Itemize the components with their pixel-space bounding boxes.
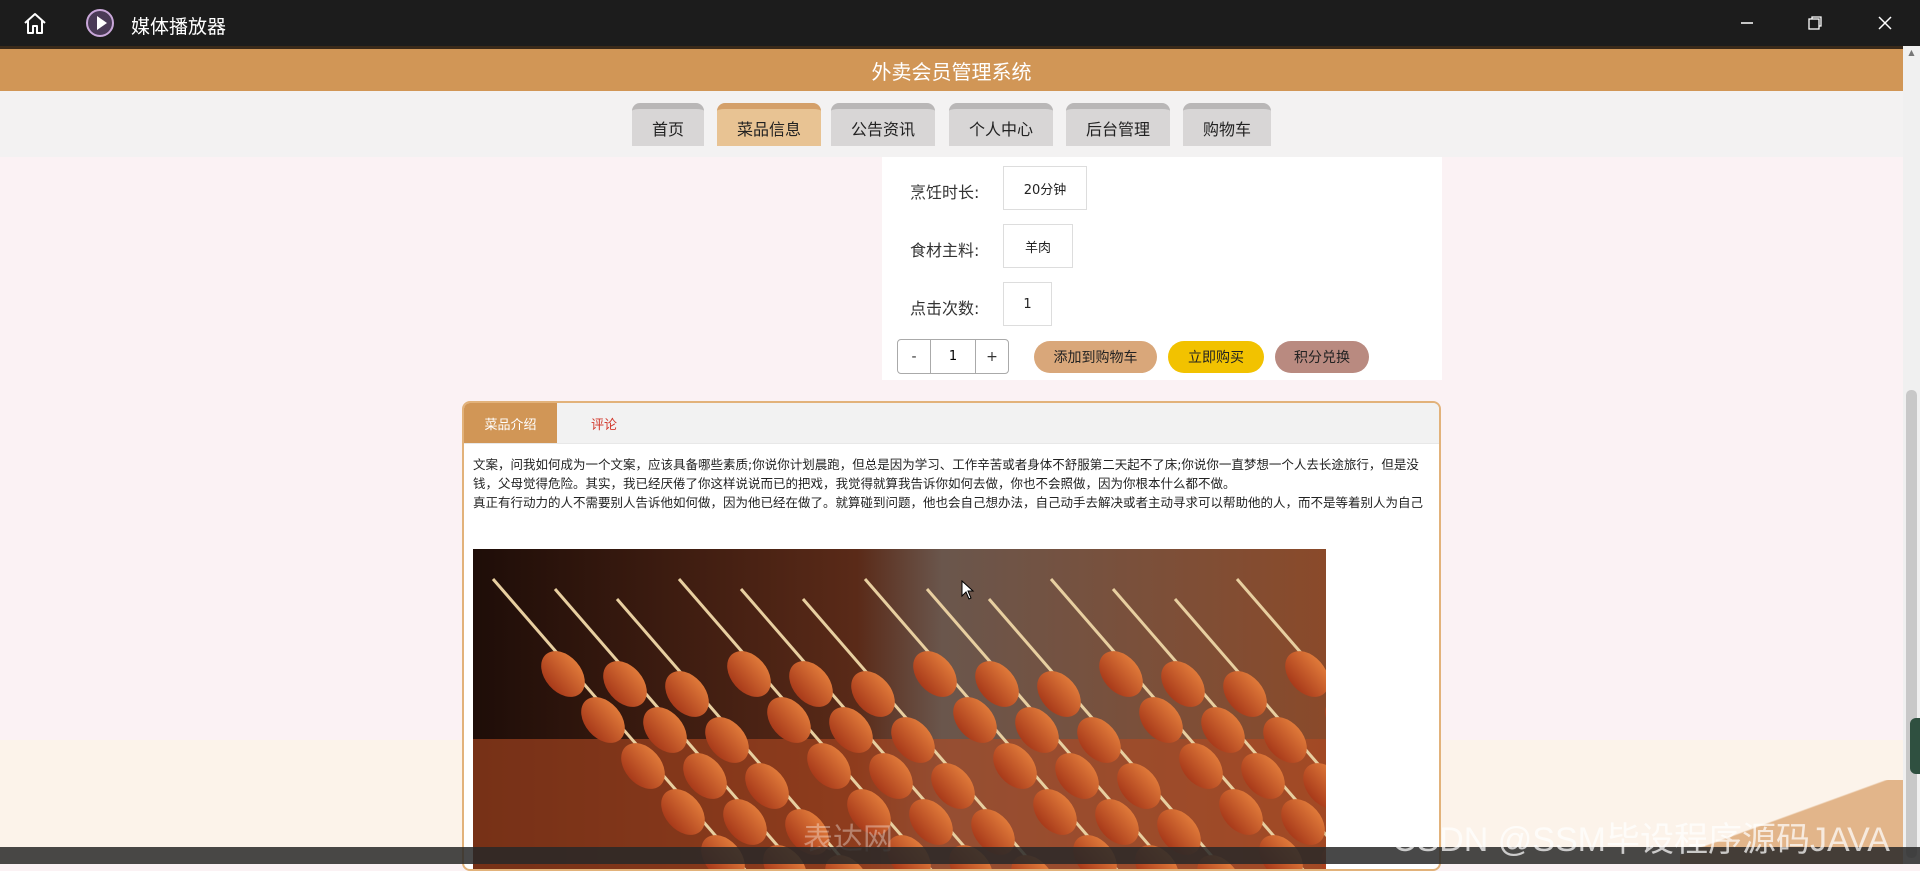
cook-time-value: 20分钟 (1003, 166, 1087, 210)
dish-photo: 表达网 (473, 549, 1326, 869)
clicks-value: 1 (1003, 282, 1052, 326)
nav-item-dish-info[interactable]: 菜品信息 (717, 103, 821, 146)
scroll-up-icon[interactable]: ▲ (1906, 48, 1917, 58)
tab-comments[interactable]: 评论 (574, 403, 634, 443)
description-paragraph: 文案，问我如何成为一个文案，应该具备哪些素质;你说你计划晨跑，但总是因为学习、工… (473, 457, 1419, 491)
main-ingredient-label: 食材主料: (910, 241, 980, 260)
nav-item-home[interactable]: 首页 (632, 103, 704, 146)
main-nav: 首页 菜品信息 公告资讯 个人中心 后台管理 购物车 (0, 91, 1903, 157)
nav-item-announcements[interactable]: 公告资讯 (831, 103, 935, 146)
site-header: 外卖会员管理系统 (0, 49, 1903, 91)
main-ingredient-value: 羊肉 (1003, 224, 1073, 268)
csdn-watermark: CSDN @SSM毕设程序源码JAVA (1392, 821, 1890, 859)
minimize-icon[interactable] (1727, 8, 1767, 38)
points-exchange-button[interactable]: 积分兑换 (1275, 341, 1369, 373)
dish-description: 文案，问我如何成为一个文案，应该具备哪些素质;你说你计划晨跑，但总是因为学习、工… (473, 455, 1428, 512)
restore-icon[interactable] (1795, 8, 1835, 38)
scrollbar-thumb[interactable] (1906, 390, 1917, 858)
detail-tabs: 菜品介绍 评论 (464, 403, 1439, 444)
nav-item-cart[interactable]: 购物车 (1183, 103, 1271, 146)
media-player-icon (86, 9, 114, 37)
nav-item-admin[interactable]: 后台管理 (1066, 103, 1170, 146)
mouse-cursor-icon (961, 579, 975, 604)
quantity-input[interactable]: 1 (930, 340, 976, 373)
quantity-stepper: - 1 + (897, 339, 1009, 374)
window-title-bar: 媒体播放器 (0, 0, 1920, 46)
quantity-increase-button[interactable]: + (976, 340, 1008, 373)
cook-time-label: 烹饪时长: (910, 183, 980, 202)
site-title: 外卖会员管理系统 (871, 59, 1032, 84)
dish-detail-panel: 菜品介绍 评论 文案，问我如何成为一个文案，应该具备哪些素质;你说你计划晨跑，但… (462, 401, 1441, 871)
home-icon[interactable] (20, 10, 50, 36)
buy-now-button[interactable]: 立即购买 (1168, 341, 1264, 373)
nav-item-personal-center[interactable]: 个人中心 (949, 103, 1053, 146)
window-title: 媒体播放器 (131, 16, 227, 38)
side-panel-handle[interactable] (1910, 718, 1920, 774)
close-icon[interactable] (1865, 8, 1905, 38)
quantity-decrease-button[interactable]: - (898, 340, 930, 373)
add-to-cart-button[interactable]: 添加到购物车 (1034, 341, 1157, 373)
tab-dish-intro[interactable]: 菜品介绍 (464, 403, 557, 443)
clicks-label: 点击次数: (910, 299, 980, 318)
description-paragraph: 真正有行动力的人不需要别人告诉他如何做，因为他已经在做了。就算碰到问题，他也会自… (473, 495, 1424, 510)
